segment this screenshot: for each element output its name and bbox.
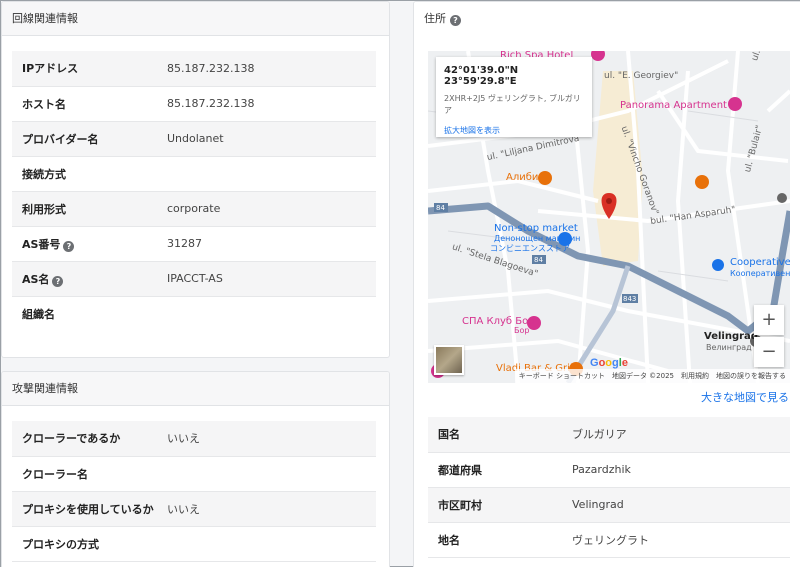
row-value: IPACCT-AS <box>167 261 376 297</box>
row-key: 接続方式 <box>12 156 167 192</box>
help-icon[interactable]: ? <box>52 275 64 287</box>
table-row: 国名 ブルガリア <box>428 417 790 453</box>
row-value <box>167 456 376 492</box>
line-info-title: 回線関連情報 <box>2 2 389 36</box>
row-value: いいえ <box>167 491 376 527</box>
table-row: クローラーであるか いいえ <box>12 421 376 457</box>
google-map[interactable]: 84 84 843 Rich Spa Hotel ul. "E. Georgie… <box>428 51 790 383</box>
street-label: ul. "E. Georgiev" <box>604 71 679 81</box>
row-key: 都道府県 <box>428 452 572 488</box>
map-town-label: Velingrad <box>704 331 758 342</box>
row-value: ヴェリングラト <box>572 522 790 558</box>
table-row: 地名 ヴェリングラト <box>428 522 790 558</box>
row-value: 85.187.232.138 <box>167 51 376 87</box>
info-plus-code: 2XHR+2J5 ヴェリングラト, ブルガリア <box>444 94 581 115</box>
road-shield-label: 843 <box>623 295 637 303</box>
table-row: ホスト名 85.187.232.138 <box>12 86 376 122</box>
map-poi-sublabel: コンビニエンスストア <box>490 244 570 253</box>
row-value <box>167 156 376 192</box>
table-row: 接続方式 <box>12 156 376 192</box>
road-shield-label: 84 <box>436 204 445 212</box>
table-row: AS名? IPACCT-AS <box>12 261 376 297</box>
table-row: IPアドレス 85.187.232.138 <box>12 51 376 87</box>
row-key: 組織名 <box>22 307 55 321</box>
map-poi-label[interactable]: Алиби <box>506 172 538 183</box>
google-logo: Google <box>590 357 628 369</box>
row-value: Velingrad <box>572 487 790 523</box>
row-value: いいえ <box>167 421 376 457</box>
satellite-toggle-thumbnail[interactable] <box>434 345 464 375</box>
enlarge-map-link[interactable]: 拡大地図を表示 <box>444 125 584 136</box>
map-poi-label[interactable]: Cooperative m <box>730 257 790 268</box>
row-value: corporate <box>167 191 376 227</box>
zoom-out-button[interactable]: − <box>754 337 784 367</box>
row-key-as-name: AS名? <box>12 261 167 297</box>
table-row: 組織名 <box>12 296 376 331</box>
address-table: 国名 ブルガリア 都道府県 Pazardzhik 市区町村 Velingrad … <box>428 417 790 558</box>
row-key: プロキシを使用しているか <box>12 491 167 527</box>
row-value: Undolanet <box>167 121 376 157</box>
table-row: 利用形式 corporate <box>12 191 376 227</box>
map-poi-sublabel: Денонощен магазин <box>494 234 581 243</box>
row-key: プロキシの方式 <box>12 526 167 562</box>
address-title-bar: 住所? <box>414 2 800 36</box>
bigger-map-link[interactable]: 大きな地図で見る <box>701 389 789 405</box>
row-key: ホスト名 <box>12 86 167 122</box>
row-key-as-number: AS番号? <box>12 226 167 262</box>
help-icon[interactable]: ? <box>450 15 461 26</box>
row-key: IPアドレス <box>12 51 167 87</box>
help-icon[interactable]: ? <box>63 240 75 252</box>
row-key: 利用形式 <box>12 191 167 227</box>
row-value <box>167 526 376 562</box>
row-value: 31287 <box>167 226 376 262</box>
row-key: 国名 <box>428 417 572 453</box>
row-key: クローラー名 <box>12 456 167 492</box>
row-key: プロバイダー名 <box>12 121 167 157</box>
row-key: 市区町村 <box>428 487 572 523</box>
attack-info-table: クローラーであるか いいえ クローラー名 プロキシを使用しているか いいえ プロ… <box>12 421 376 562</box>
road-shield-label: 84 <box>534 256 543 264</box>
table-row: 都道府県 Pazardzhik <box>428 452 790 488</box>
row-key: 地名 <box>428 522 572 558</box>
line-info-table: IPアドレス 85.187.232.138 ホスト名 85.187.232.13… <box>12 51 376 331</box>
address-title: 住所 <box>424 12 446 25</box>
map-poi-label[interactable]: Panorama Apartment <box>620 100 727 111</box>
row-value: Pazardzhik <box>572 452 790 488</box>
map-poi-label[interactable]: Non-stop market <box>494 223 578 234</box>
table-row: AS番号? 31287 <box>12 226 376 262</box>
map-info-window: 42°01'39.0"N 23°59'29.8"E 2XHR+2J5 ヴェリング… <box>436 57 592 137</box>
table-row: 市区町村 Velingrad <box>428 487 790 523</box>
map-poi-sublabel: Бор <box>514 326 530 335</box>
table-row: クローラー名 <box>12 456 376 492</box>
row-value: 85.187.232.138 <box>167 86 376 122</box>
zoom-in-button[interactable]: + <box>754 305 784 335</box>
table-row: プロバイダー名 Undolanet <box>12 121 376 157</box>
row-key-label: AS名 <box>22 272 50 286</box>
attack-info-title: 攻撃関連情報 <box>2 372 389 406</box>
row-key-label: AS番号 <box>22 237 61 251</box>
row-key: クローラーであるか <box>12 421 167 457</box>
table-row: プロキシを使用しているか いいえ <box>12 491 376 527</box>
map-attribution[interactable]: キーボード ショートカット 地図データ ©2025 利用規約 地図の誤りを報告す… <box>514 369 790 383</box>
row-value <box>167 296 376 331</box>
row-value: ブルガリア <box>572 417 790 453</box>
table-row: プロキシの方式 <box>12 526 376 562</box>
info-coords: 42°01'39.0"N 23°59'29.8"E <box>444 65 519 87</box>
map-town-sublabel: Велинград <box>706 343 752 352</box>
map-poi-sublabel: Кооперативен п <box>730 269 790 278</box>
